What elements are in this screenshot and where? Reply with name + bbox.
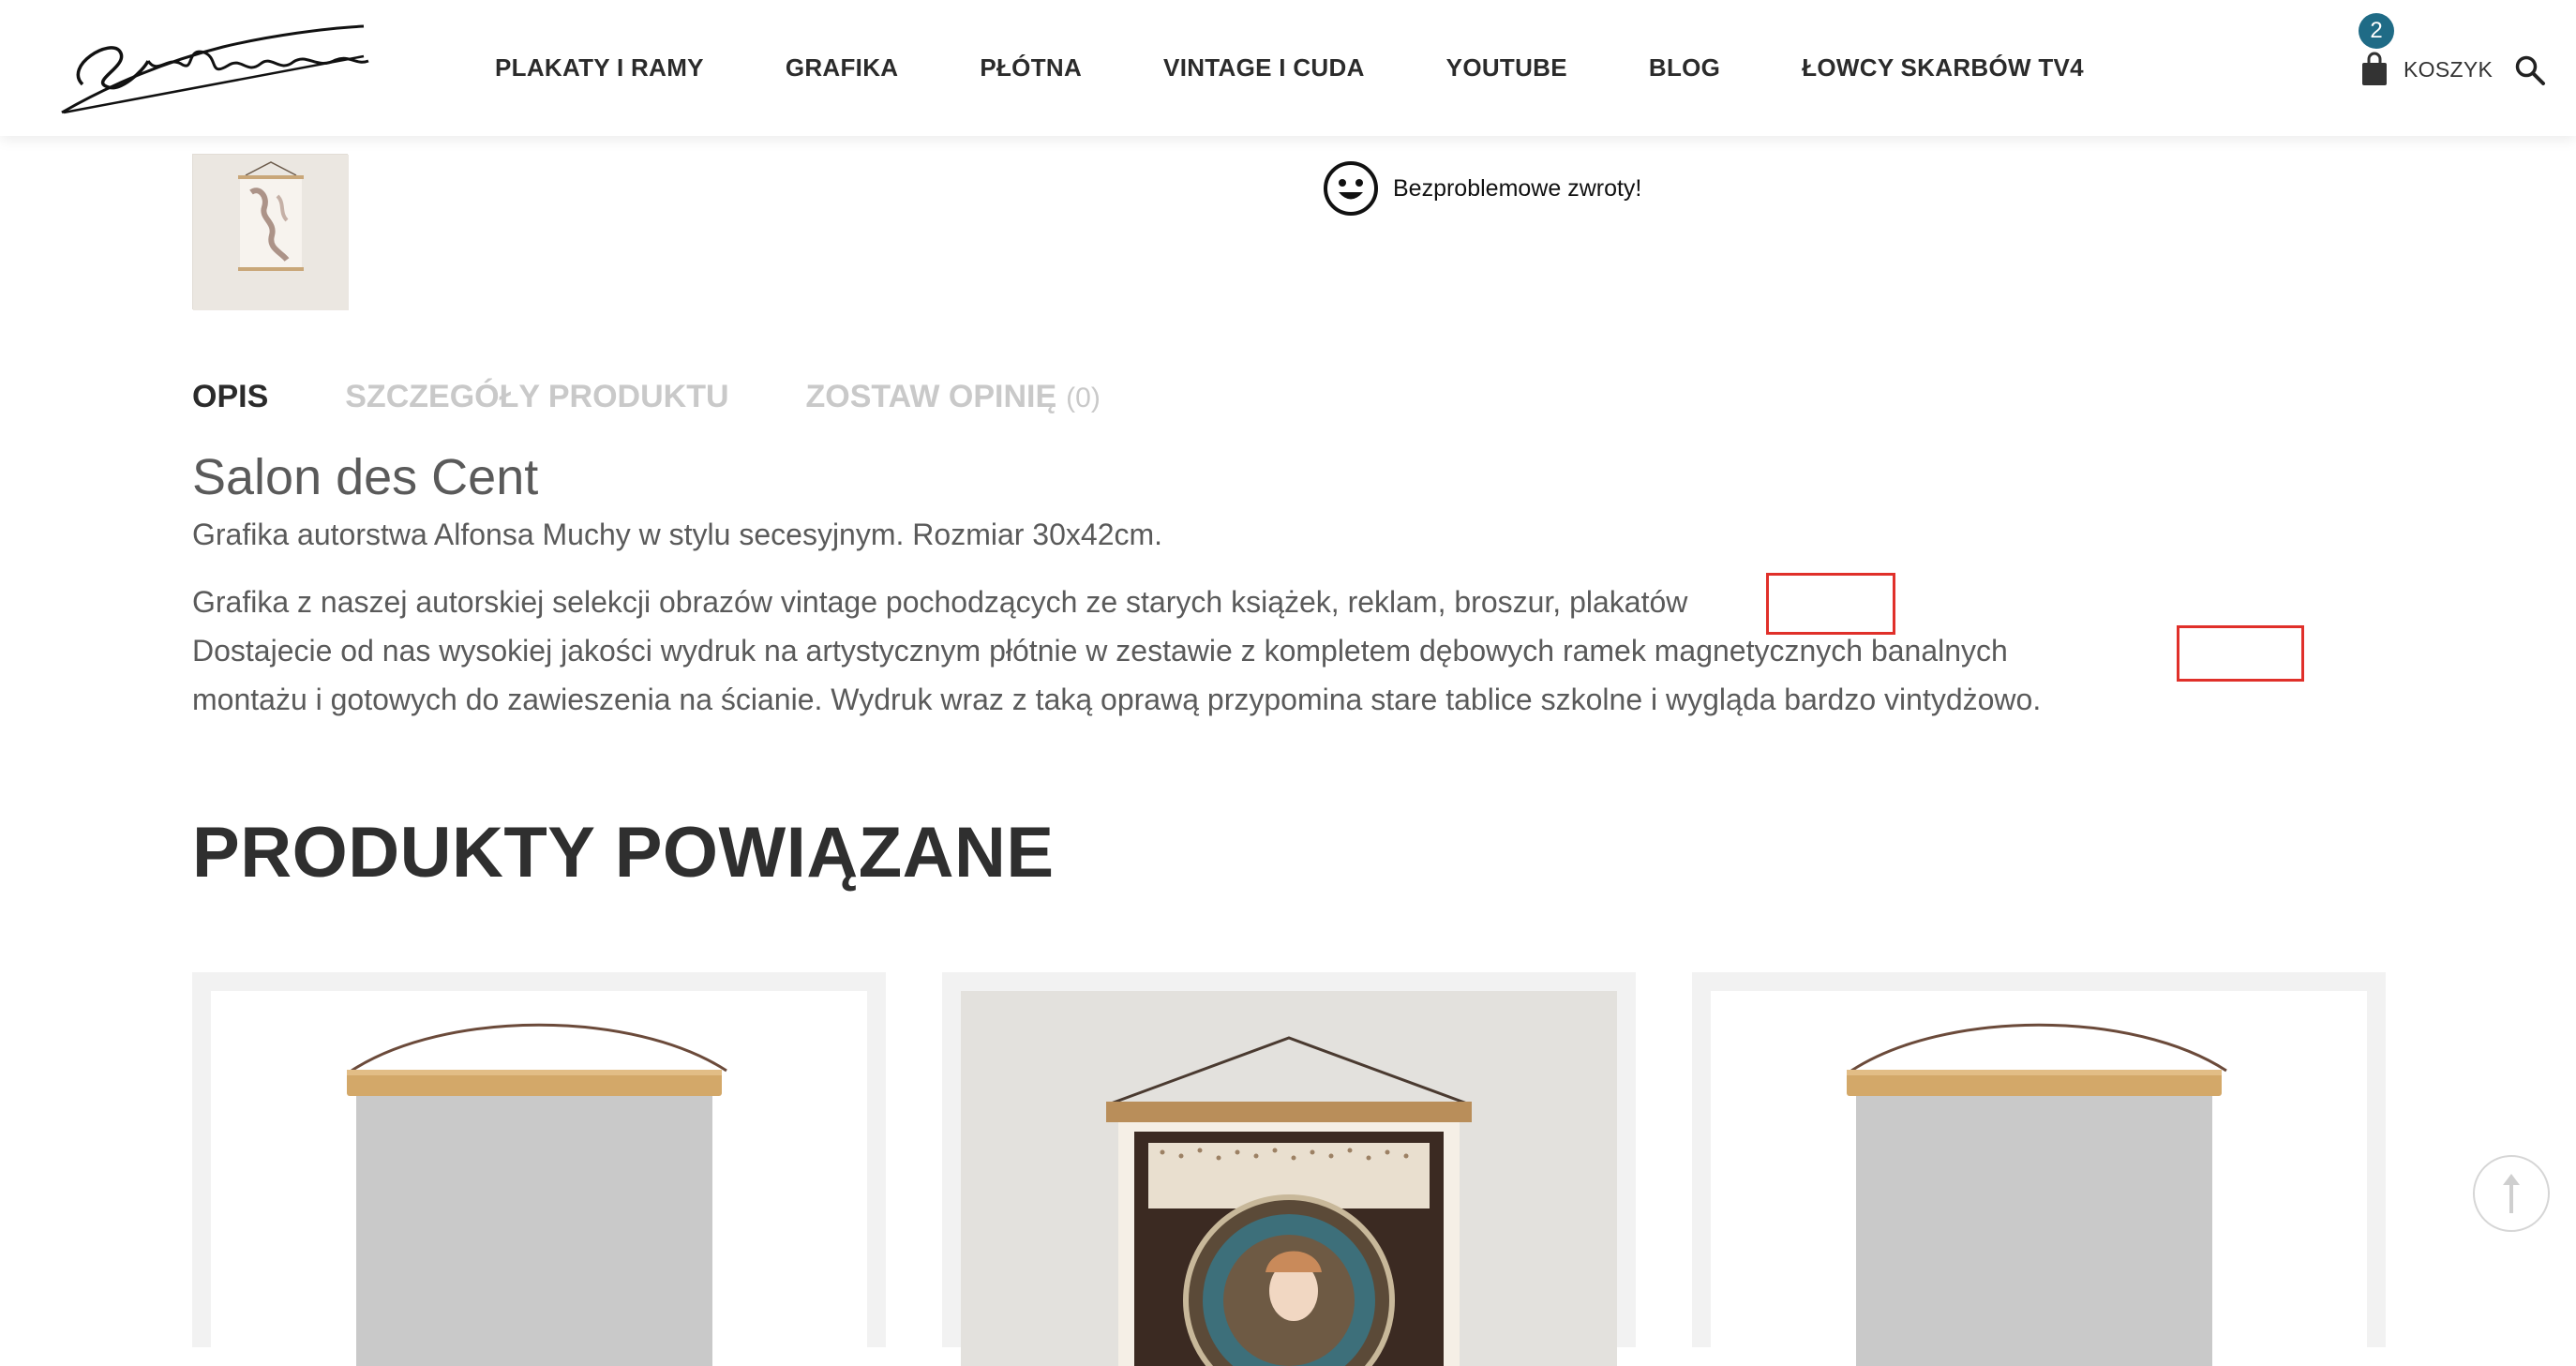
tab-opis[interactable]: OPIS bbox=[192, 379, 268, 415]
cart-label: KOSZYK bbox=[2404, 56, 2494, 82]
nav-youtube[interactable]: YOUTUBE bbox=[1446, 53, 1567, 83]
related-product-card[interactable] bbox=[1692, 972, 2386, 1366]
product-thumbnail[interactable] bbox=[192, 154, 349, 310]
tab-szczegoly-produktu[interactable]: SZCZEGÓŁY PRODUKTU bbox=[345, 379, 728, 415]
logo[interactable] bbox=[54, 19, 375, 118]
nav-blog[interactable]: BLOG bbox=[1649, 53, 1720, 83]
related-product-card[interactable] bbox=[942, 972, 1636, 1366]
product-subtitle: Grafika autorstwa Alfonsa Muchy w stylu … bbox=[192, 518, 1163, 551]
returns-text: Bezproblemowe zwroty! bbox=[1393, 174, 1642, 202]
cart-button[interactable]: KOSZYK bbox=[2360, 49, 2493, 90]
site-header: PLAKATY I RAMY GRAFIKA PŁÓTNA VINTAGE I … bbox=[0, 0, 2576, 136]
scroll-to-top-button[interactable] bbox=[2473, 1155, 2550, 1232]
description-line-1: Grafika z naszej autorskiej selekcji obr… bbox=[192, 585, 1688, 619]
related-product-card[interactable] bbox=[192, 972, 886, 1366]
main-nav: PLAKATY I RAMY GRAFIKA PŁÓTNA VINTAGE I … bbox=[495, 53, 2165, 83]
poster-hanger-image bbox=[347, 1023, 727, 1366]
product-title: Salon des Cent bbox=[192, 449, 539, 505]
shopping-bag-icon bbox=[2362, 52, 2387, 85]
description-line-2: Dostajecie od nas wysokiej jakości wydru… bbox=[192, 634, 2008, 668]
search-icon[interactable] bbox=[2514, 54, 2546, 86]
product-image bbox=[211, 991, 867, 1366]
tab-zostaw-opinie[interactable]: ZOSTAW OPINIĘ (0) bbox=[806, 379, 1101, 415]
highlight-box bbox=[2177, 625, 2304, 682]
nav-lowcy-skarbow-tv4[interactable]: ŁOWCY SKARBÓW TV4 bbox=[1802, 53, 2084, 83]
nav-grafika[interactable]: GRAFIKA bbox=[786, 53, 899, 83]
nav-vintage-i-cuda[interactable]: VINTAGE I CUDA bbox=[1163, 53, 1365, 83]
nav-plotna[interactable]: PŁÓTNA bbox=[980, 53, 1082, 83]
tab-zostaw-opinie-label: ZOSTAW OPINIĘ bbox=[805, 379, 1057, 414]
poster-hanger-image bbox=[1847, 1023, 2227, 1366]
product-image bbox=[961, 991, 1617, 1366]
product-tabs: OPIS SZCZEGÓŁY PRODUKTU ZOSTAW OPINIĘ (0) bbox=[192, 379, 1177, 415]
related-products-heading: PRODUKTY POWIĄZANE bbox=[192, 813, 1055, 893]
review-count: (0) bbox=[1066, 383, 1101, 413]
arrow-up-icon bbox=[2503, 1174, 2520, 1213]
highlight-box bbox=[1766, 573, 1895, 635]
poster-thumbnail-image bbox=[193, 155, 349, 310]
product-image bbox=[1711, 991, 2367, 1366]
cart-count-badge: 2 bbox=[2359, 13, 2394, 49]
description-line-3: montażu i gotowych do zawieszenia na ści… bbox=[192, 683, 2042, 716]
mucha-poster-photo bbox=[961, 991, 1617, 1366]
returns-info: Bezproblemowe zwroty! bbox=[1322, 159, 1641, 218]
smiley-icon bbox=[1324, 161, 1378, 216]
nav-plakaty-i-ramy[interactable]: PLAKATY I RAMY bbox=[495, 53, 704, 83]
